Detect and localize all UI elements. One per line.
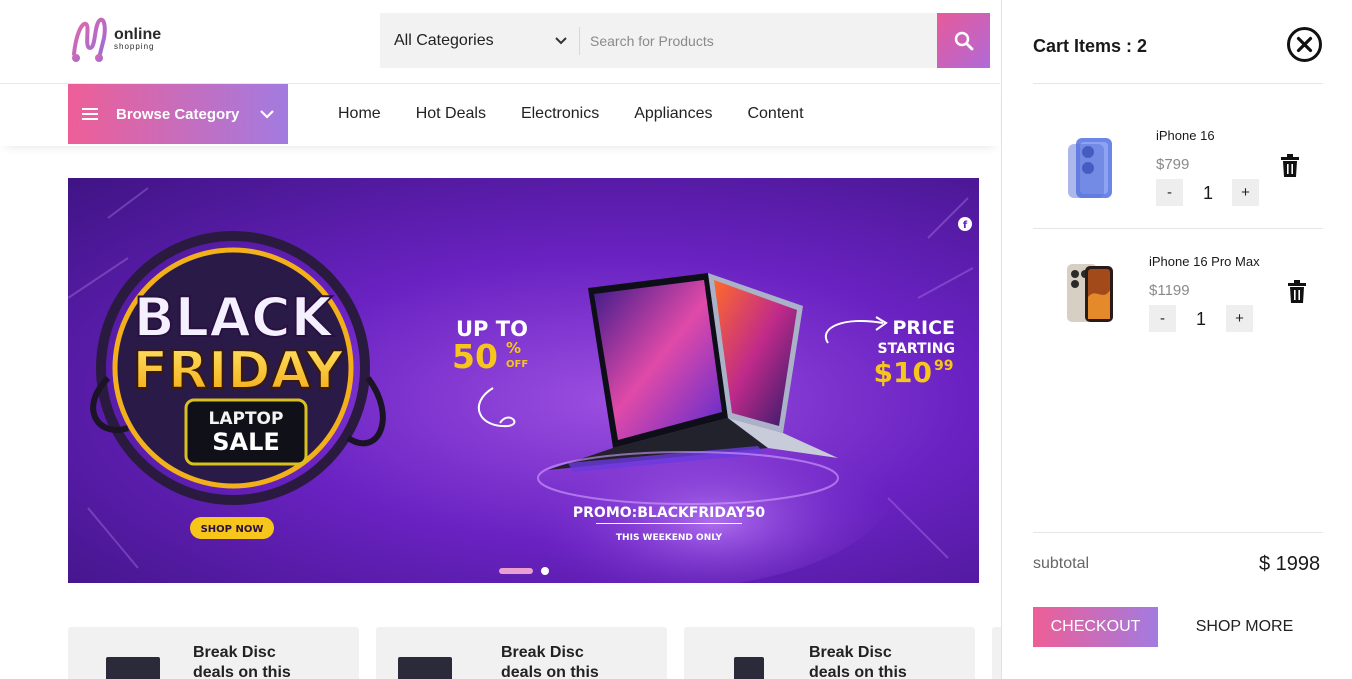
hero-banner[interactable]: BLACK FRIDAY LAPTOP SALE SHOP NOW UP TO …	[68, 178, 979, 583]
product-image-iphone-16	[1068, 138, 1112, 198]
search-bar: All Categories	[380, 13, 990, 68]
banner-promo: PROMO:BLACKFRIDAY50	[573, 505, 765, 521]
logo-mark-icon	[72, 17, 107, 62]
search-input[interactable]	[580, 13, 937, 68]
promo-card-line2: deals on this	[809, 664, 907, 679]
promo-card[interactable]: Break Disc deals on this	[684, 627, 975, 679]
svg-text:f: f	[963, 220, 968, 231]
divider	[1033, 228, 1323, 229]
nav-link-home[interactable]: Home	[338, 105, 381, 123]
category-select-value: All Categories	[394, 31, 494, 49]
promo-card[interactable]: Break Disc deals on this	[376, 627, 667, 679]
main-navbar: Browse Category Home Hot Deals Electroni…	[0, 84, 1000, 146]
chevron-down-icon	[555, 34, 567, 48]
search-button[interactable]	[937, 13, 990, 68]
cart-item: iPhone 16 Pro Max $1199 - 1 +	[1033, 242, 1323, 342]
cart-title: Cart Items : 2	[1033, 36, 1148, 56]
banner-headline-1: BLACK	[134, 286, 335, 349]
banner-headline-2: FRIDAY	[133, 341, 345, 401]
shop-more-button[interactable]: SHOP MORE	[1182, 607, 1307, 647]
close-icon[interactable]	[1286, 26, 1323, 63]
subtotal-value: $ 1998	[1259, 553, 1321, 575]
promo-cards: Break Disc deals on this Break Disc deal…	[68, 627, 1012, 679]
product-thumbnail	[734, 657, 764, 679]
browse-category-button[interactable]: Browse Category	[68, 84, 288, 144]
divider	[1033, 83, 1323, 84]
promo-card-line1: Break Disc	[501, 644, 584, 661]
subtotal-label: subtotal	[1033, 555, 1090, 572]
nav-link-electronics[interactable]: Electronics	[521, 105, 599, 123]
promo-card-title: Break Disc deals on this	[501, 643, 599, 679]
banner-price-label: PRICE	[892, 317, 955, 339]
shop-now-button[interactable]: SHOP NOW	[190, 517, 274, 539]
cart-drawer: Cart Items : 2 iPhone 16 $799 - 1 + iPho…	[1001, 0, 1352, 679]
banner-off: OFF	[506, 359, 528, 370]
promo-card-line2: deals on this	[193, 664, 291, 679]
promo-card-line2: deals on this	[501, 664, 599, 679]
nav-link-hot-deals[interactable]: Hot Deals	[416, 105, 486, 123]
trash-icon[interactable]	[1286, 280, 1308, 304]
banner-discount: 50	[452, 337, 498, 376]
cart-item-price: $1199	[1149, 282, 1190, 299]
browse-category-label: Browse Category	[116, 105, 240, 123]
divider	[1033, 532, 1323, 533]
quantity-increase-button[interactable]: +	[1226, 305, 1253, 332]
quantity-decrease-button[interactable]: -	[1149, 305, 1176, 332]
nav-link-appliances[interactable]: Appliances	[634, 105, 712, 123]
banner-starting: STARTING	[878, 341, 956, 357]
slider-dot-active[interactable]	[499, 568, 533, 574]
product-image-iphone-16-pro-max	[1067, 264, 1113, 322]
quantity-increase-button[interactable]: +	[1232, 179, 1259, 206]
app-root: online shopping All Categories Search fo…	[0, 0, 1352, 679]
cart-item: iPhone 16 $799 - 1 +	[1033, 116, 1323, 216]
quantity-value: 1	[1202, 183, 1213, 203]
promo-card-title: Break Disc deals on this	[193, 643, 291, 679]
top-header: online shopping All Categories	[0, 0, 1000, 84]
site-logo[interactable]: online shopping	[68, 14, 161, 64]
quantity-value: 1	[1195, 309, 1206, 329]
chevron-down-icon	[260, 109, 274, 119]
search-icon	[954, 31, 973, 50]
facebook-icon[interactable]: f	[958, 217, 972, 231]
promo-card-line1: Break Disc	[193, 644, 276, 661]
banner-price-cents: 99	[934, 358, 953, 374]
banner-artwork: BLACK FRIDAY LAPTOP SALE SHOP NOW UP TO …	[68, 187, 974, 583]
logo-line1: online	[114, 26, 162, 43]
trash-icon[interactable]	[1279, 154, 1301, 178]
banner-sub-2: SALE	[212, 428, 280, 456]
checkout-button[interactable]: CHECKOUT	[1033, 607, 1158, 647]
banner-weekend: THIS WEEKEND ONLY	[616, 533, 723, 543]
cart-item-name: iPhone 16	[1156, 128, 1215, 143]
slider-dot[interactable]	[541, 567, 549, 575]
cart-item-price: $799	[1156, 156, 1190, 173]
promo-card[interactable]: Break Disc deals on this	[68, 627, 359, 679]
category-select[interactable]: All Categories	[380, 26, 580, 55]
logo-wordmark: online shopping	[114, 27, 161, 51]
shop-now-label: SHOP NOW	[201, 524, 264, 535]
product-thumbnail	[106, 657, 160, 679]
banner-price: $10	[874, 356, 932, 389]
nav-link-content[interactable]: Content	[747, 105, 803, 123]
banner-percent: %	[506, 339, 521, 357]
promo-card-line1: Break Disc	[809, 644, 892, 661]
nav-menu: Home Hot Deals Electronics Appliances Co…	[338, 84, 804, 144]
cart-item-name: iPhone 16 Pro Max	[1149, 254, 1260, 269]
store-page: online shopping All Categories Search fo…	[0, 0, 1012, 679]
product-thumbnail	[398, 657, 452, 679]
quantity-decrease-button[interactable]: -	[1156, 179, 1183, 206]
promo-card-title: Break Disc deals on this	[809, 643, 907, 679]
menu-icon	[82, 108, 98, 120]
banner-sub-1: LAPTOP	[209, 409, 284, 429]
logo-line2: shopping	[114, 42, 155, 51]
